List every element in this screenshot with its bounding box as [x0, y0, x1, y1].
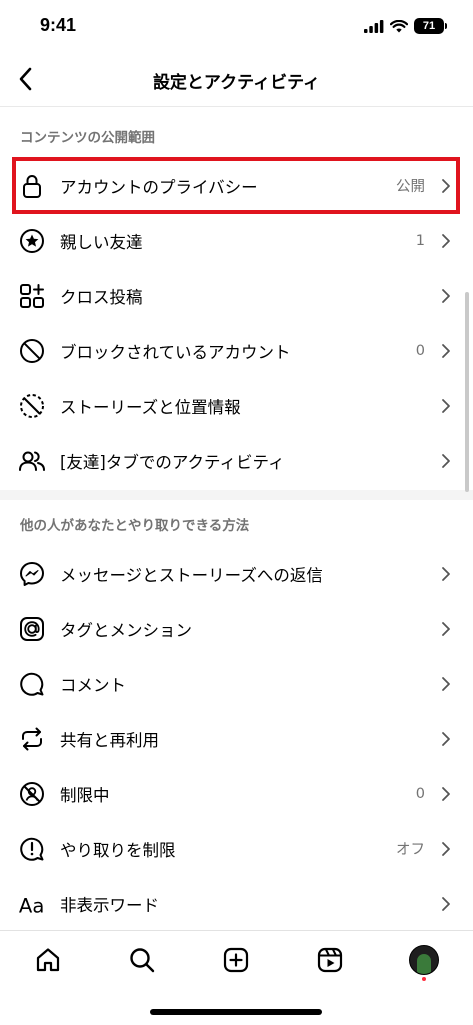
section-divider	[0, 490, 473, 500]
status-time: 9:41	[40, 15, 77, 35]
row-tags-mentions[interactable]: タグとメンション	[0, 601, 473, 656]
row-label: 親しい友達	[60, 232, 143, 252]
chevron-right-icon	[439, 232, 453, 250]
row-label: 制限中	[60, 785, 110, 805]
notification-dot	[422, 977, 426, 981]
chevron-right-icon	[439, 785, 453, 803]
row-label: やり取りを制限	[60, 840, 176, 860]
row-label: 共有と再利用	[60, 730, 159, 750]
home-tab[interactable]	[33, 945, 63, 975]
battery-cap	[445, 23, 447, 29]
row-label: アカウントのプライバシー	[60, 177, 258, 197]
chevron-right-icon	[439, 565, 453, 583]
restrict-icon	[18, 780, 46, 808]
limit-interactions-icon	[18, 835, 46, 863]
row-label: タグとメンション	[60, 620, 192, 640]
section-header-interactions: 他の人があなたとやり取りできる方法	[20, 518, 250, 534]
row-comments[interactable]: コメント	[0, 656, 473, 711]
wifi-icon	[390, 19, 408, 32]
chevron-right-icon	[439, 675, 453, 693]
chevron-right-icon	[439, 620, 453, 638]
row-restricted[interactable]: 制限中 0	[0, 766, 473, 821]
chevron-right-icon	[439, 730, 453, 748]
chevron-right-icon	[439, 895, 453, 913]
svg-text:Aa: Aa	[19, 894, 44, 917]
row-blocked-accounts[interactable]: ブロックされているアカウント 0	[0, 323, 473, 378]
chevron-right-icon	[439, 287, 453, 305]
row-hidden-words[interactable]: Aa 非表示ワード	[0, 876, 473, 931]
row-story-location[interactable]: ストーリーズと位置情報	[0, 378, 473, 433]
chevron-right-icon	[439, 840, 453, 858]
row-account-privacy[interactable]: アカウントのプライバシー 公開	[0, 158, 473, 213]
hidden-words-icon: Aa	[18, 890, 46, 918]
avatar	[409, 945, 439, 975]
status-bar: 9:41 71	[0, 0, 473, 52]
row-label: [友達]タブでのアクティビティ	[60, 452, 285, 472]
share-remix-icon	[18, 725, 46, 753]
search-icon	[130, 948, 155, 973]
chevron-right-icon	[439, 342, 453, 360]
home-indicator[interactable]	[150, 1009, 322, 1015]
grid-plus-icon	[18, 282, 46, 310]
row-label: クロス投稿	[60, 287, 143, 307]
row-friends-tab-activity[interactable]: [友達]タブでのアクティビティ	[0, 433, 473, 488]
chevron-right-icon	[439, 177, 453, 195]
signal-icon	[364, 19, 384, 33]
row-close-friends[interactable]: 親しい友達 1	[0, 213, 473, 268]
page-title: 設定とアクティビティ	[152, 73, 321, 93]
scrollbar[interactable]	[465, 292, 469, 492]
comment-icon	[18, 670, 46, 698]
row-value: 1	[415, 232, 425, 249]
status-icons: 71	[364, 18, 447, 34]
chevron-right-icon	[439, 452, 453, 470]
create-icon	[223, 947, 249, 973]
row-limit-interactions[interactable]: やり取りを制限 オフ	[0, 821, 473, 876]
row-label: ストーリーズと位置情報	[60, 397, 241, 417]
profile-tab[interactable]	[409, 945, 439, 975]
battery-indicator: 71	[414, 18, 444, 34]
row-label: コメント	[60, 675, 126, 695]
create-tab[interactable]	[221, 945, 251, 975]
search-tab[interactable]	[127, 945, 157, 975]
row-messages-story-replies[interactable]: メッセージとストーリーズへの返信	[0, 546, 473, 601]
row-crossposting[interactable]: クロス投稿	[0, 268, 473, 323]
reels-icon	[317, 947, 343, 973]
row-value: 0	[415, 785, 425, 802]
people-icon	[18, 447, 46, 475]
row-sharing-reuse[interactable]: 共有と再利用	[0, 711, 473, 766]
lock-icon	[18, 172, 46, 200]
at-sign-icon	[18, 615, 46, 643]
nav-bar: 設定とアクティビティ	[0, 52, 473, 107]
row-value: 0	[415, 342, 425, 359]
story-hide-icon	[18, 392, 46, 420]
chevron-right-icon	[439, 397, 453, 415]
row-label: メッセージとストーリーズへの返信	[60, 565, 323, 585]
row-value: オフ	[396, 842, 425, 858]
section-header-content-visibility: コンテンツの公開範囲	[20, 130, 155, 146]
row-value: 公開	[396, 179, 425, 195]
row-label: ブロックされているアカウント	[60, 342, 291, 362]
home-icon	[36, 948, 60, 972]
messenger-icon	[18, 560, 46, 588]
reels-tab[interactable]	[315, 945, 345, 975]
row-label: 非表示ワード	[60, 895, 159, 915]
star-circle-icon	[18, 227, 46, 255]
block-icon	[18, 337, 46, 365]
